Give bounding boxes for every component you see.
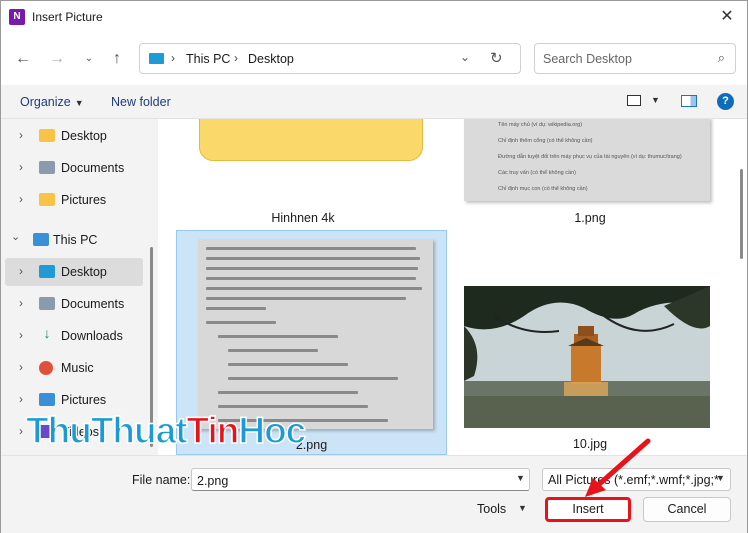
watermark-text: Thuat	[90, 409, 188, 452]
title-bar: N Insert Picture ✕	[1, 1, 747, 33]
watermark-text: Hoc	[238, 409, 307, 452]
navigation-pane: › Desktop › Documents › Pictures ⌄ This …	[1, 119, 157, 455]
chevron-right-icon[interactable]: ›	[19, 424, 23, 438]
chevron-right-icon[interactable]: ›	[19, 192, 23, 206]
watermark-logo: ThuThuatTinHoc	[25, 409, 307, 452]
sidebar-item-label: Downloads	[61, 329, 123, 343]
image-thumbnail: Tên máy chủ (ví dụ: wikipedia.org) Chỉ đ…	[464, 119, 710, 201]
file-name-label: File name:	[132, 473, 191, 487]
file-tile-10-jpg[interactable]: 10.jpg	[448, 230, 732, 455]
file-name-dropdown-icon[interactable]: ▼	[516, 473, 525, 483]
sidebar-item-documents[interactable]: › Documents	[5, 154, 143, 182]
sidebar-item-pictures[interactable]: › Pictures	[5, 186, 143, 214]
help-icon[interactable]: ?	[717, 93, 734, 110]
documents-icon	[39, 161, 55, 174]
sidebar-item-label: Pictures	[61, 393, 107, 407]
refresh-icon[interactable]: ↻	[490, 49, 503, 67]
cancel-button[interactable]: Cancel	[643, 497, 731, 522]
up-arrow-icon[interactable]: ↑	[107, 49, 127, 69]
breadcrumb-this-pc[interactable]: This PC	[186, 52, 230, 66]
search-icon: ⌕	[717, 50, 725, 65]
chevron-right-icon[interactable]: ›	[19, 128, 23, 142]
filter-dropdown-icon[interactable]: ▼	[716, 473, 725, 483]
music-icon	[39, 361, 53, 375]
documents-icon	[39, 297, 55, 310]
pc-icon	[149, 53, 164, 64]
address-row: ← → ⌄ ↑ › This PC › Desktop ⌄ ↻ Search D…	[1, 33, 747, 85]
folder-icon	[199, 119, 423, 161]
thumb-text-line: Đường dẫn tuyệt đối trên máy phục vụ của…	[498, 154, 682, 160]
download-icon: ↓	[43, 325, 51, 341]
sidebar-item-label: Documents	[61, 161, 125, 175]
sidebar-item-label: Desktop	[61, 129, 107, 143]
onenote-app-icon: N	[9, 9, 25, 25]
image-thumbnail	[198, 239, 433, 429]
close-icon[interactable]: ✕	[711, 3, 743, 31]
file-name: 10.jpg	[572, 437, 608, 451]
caret-down-icon: ▼	[74, 98, 84, 108]
folder-icon	[39, 193, 55, 206]
address-bar[interactable]: › This PC › Desktop ⌄ ↻	[139, 43, 521, 74]
chevron-right-icon[interactable]: ›	[19, 392, 23, 406]
sidebar-item-label: Pictures	[61, 193, 107, 207]
forward-arrow-icon[interactable]: →	[47, 49, 67, 69]
thumb-text-line: Tên máy chủ (ví dụ: wikipedia.org)	[498, 122, 583, 128]
chevron-right-icon[interactable]: ›	[19, 328, 23, 342]
sidebar-item-this-pc[interactable]: ⌄ This PC	[1, 226, 143, 254]
sidebar-item-desktop[interactable]: › Desktop	[5, 122, 143, 150]
preview-pane-icon[interactable]	[681, 95, 697, 107]
breadcrumb-separator-icon[interactable]: ›	[171, 51, 175, 65]
sidebar-item-music[interactable]: › Music	[5, 354, 143, 382]
thumb-text-line: Chỉ định mục con (có thể không cần)	[498, 186, 588, 192]
view-options-icon[interactable]	[627, 95, 641, 106]
file-name-input[interactable]	[191, 468, 530, 491]
sidebar-item-label: Documents	[61, 297, 125, 311]
chevron-down-icon[interactable]: ⌄	[11, 230, 20, 243]
file-list: Hinhnen 4k Tên máy chủ (ví dụ: wikipedia…	[158, 119, 747, 455]
recent-locations-chevron-icon[interactable]: ⌄	[79, 49, 99, 69]
watermark-text: Thu	[25, 409, 92, 452]
chevron-right-icon[interactable]: ›	[19, 160, 23, 174]
thumb-text-line: Các truy vấn (có thể không cần)	[498, 170, 576, 176]
desktop-icon	[39, 265, 55, 278]
pictures-icon	[39, 393, 55, 406]
command-bar: Organize ▼ New folder ▼ ?	[1, 85, 747, 119]
caret-down-icon[interactable]: ▼	[651, 95, 660, 105]
breadcrumb-desktop[interactable]: Desktop	[248, 52, 294, 66]
bottom-panel: File name: ▼ All Pictures (*.emf;*.wmf;*…	[1, 455, 747, 533]
file-tile-1-png[interactable]: Tên máy chủ (ví dụ: wikipedia.org) Chỉ đ…	[448, 119, 732, 227]
tools-dropdown-icon[interactable]: ▼	[518, 503, 527, 513]
search-placeholder: Search Desktop	[543, 52, 632, 66]
folder-icon	[39, 129, 55, 142]
file-name: Hinhnen 4k	[271, 211, 335, 225]
dialog-title: Insert Picture	[32, 10, 103, 24]
chevron-right-icon[interactable]: ›	[19, 360, 23, 374]
chevron-right-icon[interactable]: ›	[19, 264, 23, 278]
tools-button[interactable]: Tools	[477, 502, 506, 516]
pc-icon	[33, 233, 49, 246]
watermark-text: Tin	[186, 409, 240, 452]
sidebar-item-downloads[interactable]: › ↓ Downloads	[5, 322, 143, 350]
file-tile-hinhnen-4k[interactable]: Hinhnen 4k	[175, 119, 431, 227]
file-type-filter-select[interactable]: All Pictures (*.emf;*.wmf;*.jpg;*	[542, 468, 731, 491]
file-name: 1.png	[574, 211, 606, 225]
sidebar-item-label: This PC	[53, 233, 98, 247]
sidebar-item-documents-pc[interactable]: › Documents	[5, 290, 143, 318]
chevron-right-icon[interactable]: ›	[19, 296, 23, 310]
organize-label: Organize	[20, 95, 71, 109]
sidebar-item-label: Music	[61, 361, 94, 375]
organize-button[interactable]: Organize ▼	[20, 95, 84, 109]
address-dropdown-icon[interactable]: ⌄	[460, 50, 470, 64]
breadcrumb-separator-icon[interactable]: ›	[234, 51, 238, 65]
insert-picture-dialog: N Insert Picture ✕ ← → ⌄ ↑ › This PC › D…	[0, 0, 748, 533]
sidebar-item-label: Desktop	[61, 265, 107, 279]
new-folder-button[interactable]: New folder	[111, 95, 171, 109]
insert-button[interactable]: Insert	[545, 497, 631, 522]
sidebar-item-desktop-selected[interactable]: › Desktop	[5, 258, 143, 286]
back-arrow-icon[interactable]: ←	[13, 49, 33, 69]
search-input[interactable]: Search Desktop ⌕	[534, 43, 736, 74]
photo-thumbnail	[464, 286, 710, 428]
content-scrollbar[interactable]	[740, 169, 743, 259]
thumb-text-line: Chỉ định thêm cổng (có thể không cần)	[498, 138, 593, 144]
